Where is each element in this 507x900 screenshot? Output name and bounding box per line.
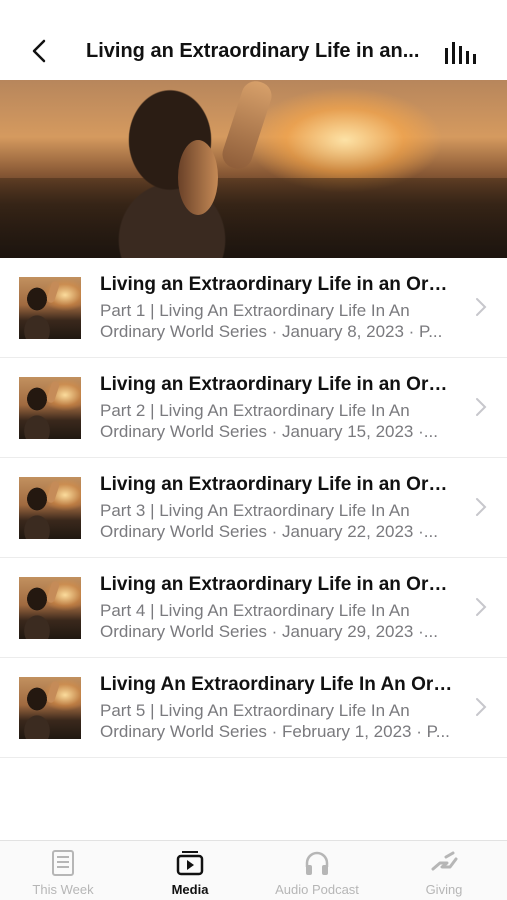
item-subtitle: Part 5 | Living An Extraordinary Life In… <box>100 701 450 741</box>
media-list: Living an Extraordinary Life in an Ordi.… <box>0 258 507 758</box>
chevron-right-icon <box>476 298 487 316</box>
chevron-right-icon <box>476 598 487 616</box>
tab-label: Giving <box>425 882 463 897</box>
thumbnail-image <box>19 377 81 439</box>
page-title: Living an Extraordinary Life in an... <box>86 40 420 62</box>
chevron-right-icon <box>476 398 487 416</box>
item-title: Living an Extraordinary Life in an Ordi.… <box>100 274 458 295</box>
chevron-left-icon <box>32 39 46 63</box>
chevron-right-icon <box>476 498 487 516</box>
hero-person <box>92 80 242 258</box>
tab-giving[interactable]: Giving <box>384 849 504 899</box>
item-subtitle: Part 3 | Living An Extraordinary Life In… <box>100 501 438 541</box>
hero-field <box>0 178 507 258</box>
giving-hand-icon <box>431 851 458 871</box>
item-title: Living an Extraordinary Life in an Ordi.… <box>100 374 458 395</box>
item-subtitle: Part 1 | Living An Extraordinary Life In… <box>100 301 443 341</box>
tab-this-week[interactable]: This Week <box>3 849 123 899</box>
tab-media[interactable]: Media <box>130 849 250 899</box>
thumbnail-image <box>19 277 81 339</box>
list-item[interactable]: Living an Extraordinary Life in an Ordi.… <box>0 358 507 458</box>
item-title: Living an Extraordinary Life in an Ordi.… <box>100 574 458 595</box>
headphones-icon <box>305 851 329 875</box>
audio-button[interactable] <box>443 40 477 66</box>
item-subtitle: Part 2 | Living An Extraordinary Life In… <box>100 401 438 441</box>
thumbnail-image <box>19 477 81 539</box>
tab-label: Media <box>171 882 209 897</box>
tab-bar: This Week Media Audio Podcast Giving <box>0 840 507 900</box>
news-icon <box>52 850 74 876</box>
hero-image <box>0 80 507 258</box>
list-item[interactable]: Living an Extraordinary Life in an Ordi.… <box>0 258 507 358</box>
tab-audio-podcast[interactable]: Audio Podcast <box>257 849 377 899</box>
list-item[interactable]: Living An Extraordinary Life In An Ord..… <box>0 658 507 758</box>
media-play-icon <box>176 851 204 876</box>
item-title: Living An Extraordinary Life In An Ord..… <box>100 674 458 695</box>
thumbnail-image <box>19 577 81 639</box>
hero-face <box>178 140 218 215</box>
item-subtitle: Part 4 | Living An Extraordinary Life In… <box>100 601 438 641</box>
equalizer-icon <box>445 42 476 64</box>
chevron-right-icon <box>476 698 487 716</box>
thumbnail-image <box>19 677 81 739</box>
tab-label: This Week <box>32 882 94 897</box>
item-title: Living an Extraordinary Life in an Ordi.… <box>100 474 458 495</box>
top-nav-bar: Living an Extraordinary Life in an... <box>0 0 507 80</box>
tab-label: Audio Podcast <box>275 882 359 897</box>
list-item[interactable]: Living an Extraordinary Life in an Ordi.… <box>0 558 507 658</box>
back-button[interactable] <box>24 36 54 66</box>
list-item[interactable]: Living an Extraordinary Life in an Ordi.… <box>0 458 507 558</box>
